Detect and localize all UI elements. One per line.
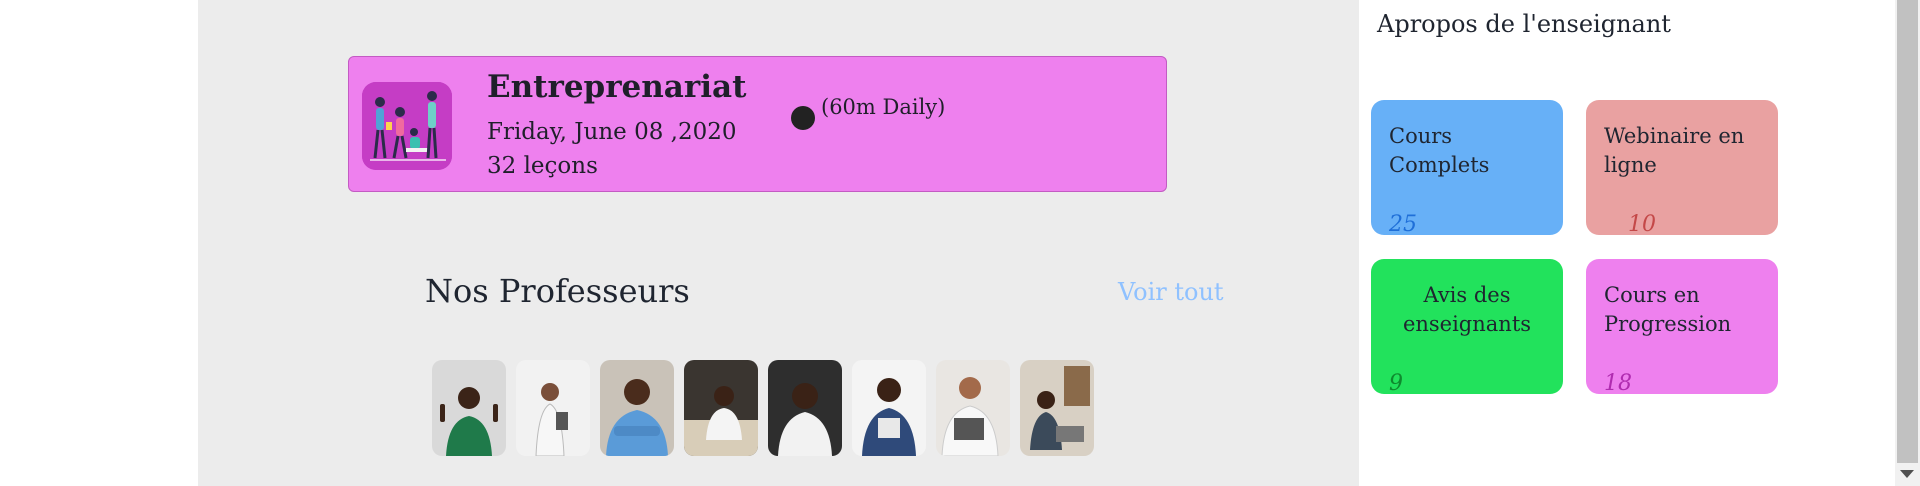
sidebar-title: Apropos de l'enseignant <box>1377 10 1671 38</box>
course-card[interactable]: Entreprenariat Friday, June 08 ,2020 32 … <box>348 56 1167 192</box>
teacher-avatar-list <box>432 360 1094 456</box>
scrollbar-thumb[interactable] <box>1897 0 1918 463</box>
teacher-avatar-7[interactable] <box>936 360 1010 456</box>
course-date: Friday, June 08 ,2020 <box>487 119 737 145</box>
stat-card-completed-courses[interactable]: Cours Complets 25 <box>1371 100 1563 237</box>
stat-label: Cours Complets <box>1389 124 1490 177</box>
vertical-scrollbar[interactable] <box>1895 0 1920 486</box>
people-illustration-icon <box>362 82 452 170</box>
stat-label: Cours en Progression <box>1604 283 1732 336</box>
see-all-link[interactable]: Voir tout <box>1118 278 1224 306</box>
teacher-avatar-5[interactable] <box>768 360 842 456</box>
bullet-dot-icon <box>791 106 815 130</box>
teacher-avatar-2[interactable] <box>516 360 590 456</box>
teacher-avatar-1[interactable] <box>432 360 506 456</box>
stat-count: 25 <box>1389 212 1417 237</box>
teacher-avatar-6[interactable] <box>852 360 926 456</box>
stat-count: 10 <box>1628 212 1656 237</box>
stat-count: 18 <box>1604 371 1632 396</box>
teachers-section-title: Nos Professeurs <box>425 272 690 310</box>
stat-card-teacher-reviews[interactable]: Avis des enseignants 9 <box>1371 259 1563 396</box>
teacher-info-sidebar: Apropos de l'enseignant Cours Complets 2… <box>1359 0 1895 486</box>
course-lessons-count: 32 leçons <box>487 153 598 179</box>
scroll-down-arrow-icon[interactable] <box>1900 470 1914 478</box>
teacher-avatar-8[interactable] <box>1020 360 1094 456</box>
main-content: Entreprenariat Friday, June 08 ,2020 32 … <box>198 0 1359 486</box>
teacher-avatar-4[interactable] <box>684 360 758 456</box>
page: Entreprenariat Friday, June 08 ,2020 32 … <box>0 0 1920 486</box>
stat-count: 9 <box>1389 371 1403 396</box>
stat-label: Avis des enseignants <box>1402 283 1532 336</box>
course-title: Entreprenariat <box>487 69 747 105</box>
course-duration: (60m Daily) <box>821 95 946 119</box>
stat-label: Webinaire en ligne <box>1604 124 1745 177</box>
teacher-avatar-3[interactable] <box>600 360 674 456</box>
stat-card-webinars[interactable]: Webinaire en ligne 10 <box>1586 100 1778 237</box>
stat-card-courses-in-progress[interactable]: Cours en Progression 18 <box>1586 259 1778 396</box>
